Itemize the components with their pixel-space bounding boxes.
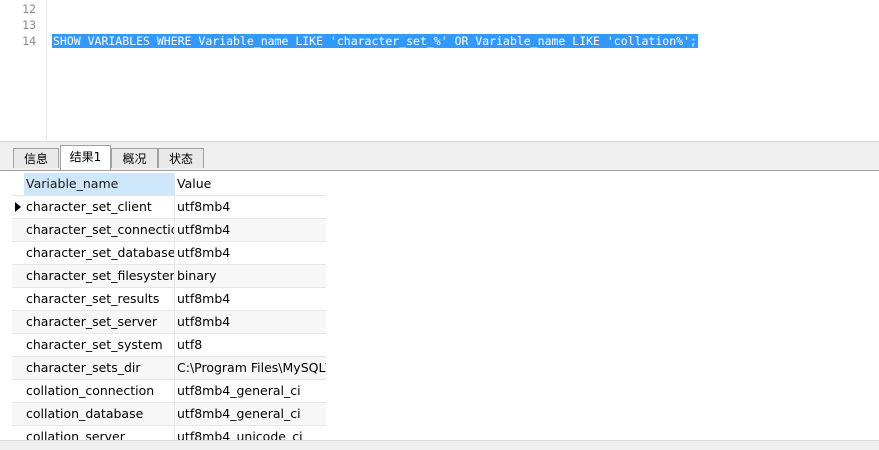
cell-value[interactable]: utf8mb4 xyxy=(175,288,326,310)
tab-result-1[interactable]: 结果1 xyxy=(60,145,111,170)
table-row[interactable]: collation_connection utf8mb4_general_ci xyxy=(12,380,326,403)
table-row[interactable]: character_set_database utf8mb4 xyxy=(12,242,326,265)
table-row[interactable]: character_set_results utf8mb4 xyxy=(12,288,326,311)
cell-value[interactable]: utf8mb4 xyxy=(175,311,326,333)
editor-line-12[interactable]: 12 xyxy=(0,1,879,17)
cell-value[interactable]: utf8mb4_general_ci xyxy=(175,403,326,425)
editor-line-14[interactable]: 14 SHOW VARIABLES WHERE Variable_name LI… xyxy=(0,33,879,49)
sql-editor[interactable]: 12 13 14 SHOW VARIABLES WHERE Variable_n… xyxy=(0,0,879,141)
tab-status[interactable]: 状态 xyxy=(158,148,204,168)
cell-variable-name[interactable]: character_set_connection xyxy=(24,219,175,241)
selected-sql-text[interactable]: SHOW VARIABLES WHERE Variable_name LIKE … xyxy=(52,34,698,48)
row-pointer-icon xyxy=(15,202,21,212)
cell-variable-name[interactable]: collation_connection xyxy=(24,380,175,402)
line-number: 13 xyxy=(22,18,36,32)
table-row[interactable]: character_set_server utf8mb4 xyxy=(12,311,326,334)
table-row[interactable]: character_set_filesystem binary xyxy=(12,265,326,288)
table-row[interactable]: collation_database utf8mb4_general_ci xyxy=(12,403,326,426)
grid-header-row: Variable_name Value xyxy=(12,173,326,196)
line-number: 12 xyxy=(22,2,36,16)
cell-variable-name[interactable]: character_sets_dir xyxy=(24,357,175,379)
cell-variable-name[interactable]: character_set_filesystem xyxy=(24,265,175,287)
table-row[interactable]: character_set_connection utf8mb4 xyxy=(12,219,326,242)
tab-profile[interactable]: 概况 xyxy=(111,148,158,168)
line-number: 14 xyxy=(22,34,36,48)
cell-variable-name[interactable]: character_set_server xyxy=(24,311,175,333)
cell-value[interactable]: binary xyxy=(175,265,326,287)
table-row[interactable]: character_set_client utf8mb4 xyxy=(12,196,326,219)
cell-value[interactable]: utf8mb4 xyxy=(175,219,326,241)
sql-statement[interactable]: SHOW VARIABLES WHERE Variable_name LIKE … xyxy=(52,33,698,49)
cell-value[interactable]: C:\Program Files\MySQL\ xyxy=(175,357,326,379)
result-tab-bar: 信息 结果1 概况 状态 xyxy=(0,141,879,171)
cell-variable-name[interactable]: character_set_client xyxy=(24,196,175,218)
cell-value[interactable]: utf8mb4 xyxy=(175,242,326,264)
result-grid[interactable]: Variable_name Value character_set_client… xyxy=(12,173,326,449)
cell-variable-name[interactable]: collation_database xyxy=(24,403,175,425)
column-header-variable-name[interactable]: Variable_name xyxy=(24,173,175,195)
cell-value[interactable]: utf8mb4 xyxy=(175,196,326,218)
column-header-value[interactable]: Value xyxy=(175,173,326,195)
current-row-indicator xyxy=(12,196,22,218)
editor-line-13[interactable]: 13 xyxy=(0,17,879,33)
cell-variable-name[interactable]: character_set_results xyxy=(24,288,175,310)
cell-value[interactable]: utf8 xyxy=(175,334,326,356)
cell-variable-name[interactable]: character_set_system xyxy=(24,334,175,356)
table-row[interactable]: character_sets_dir C:\Program Files\MySQ… xyxy=(12,357,326,380)
cell-value[interactable]: utf8mb4_general_ci xyxy=(175,380,326,402)
cell-variable-name[interactable]: character_set_database xyxy=(24,242,175,264)
table-row[interactable]: character_set_system utf8 xyxy=(12,334,326,357)
tab-info[interactable]: 信息 xyxy=(13,148,59,168)
